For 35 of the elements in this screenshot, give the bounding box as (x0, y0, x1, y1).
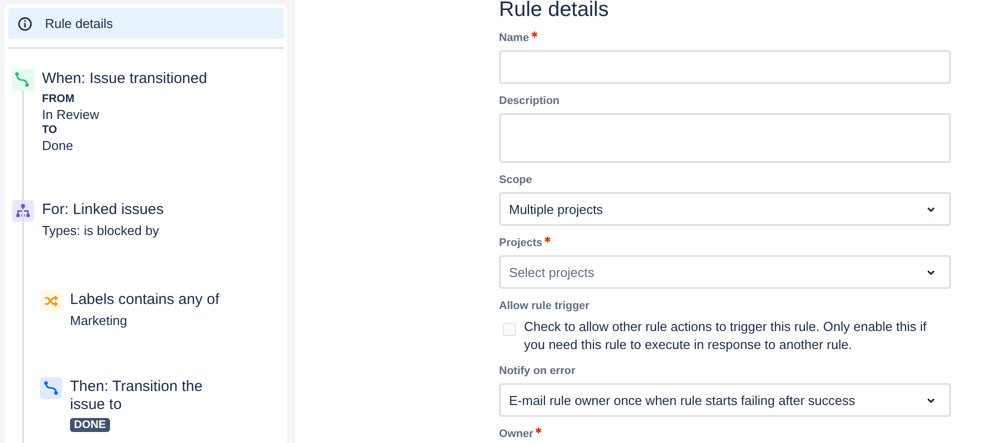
step-title[interactable]: For: Linked issues (42, 201, 164, 219)
field-label: Scope (499, 173, 534, 187)
info-icon (18, 16, 32, 30)
field-label: Owner (499, 427, 951, 441)
field-label: Notify on error (499, 364, 576, 378)
field-label: Projects (499, 236, 951, 250)
field-label: Name (499, 31, 951, 45)
field-value: Done (42, 138, 74, 154)
text-field[interactable] (499, 50, 951, 84)
field-label: Allow rule trigger (499, 299, 590, 313)
field-value: Marketing (70, 313, 128, 329)
step-title[interactable]: Then: Transition the issue to (70, 378, 240, 414)
checkbox[interactable] (503, 323, 516, 336)
field-value: In Review (42, 107, 100, 123)
required-icon (530, 31, 538, 38)
rule-details-item[interactable]: Rule details (8, 8, 284, 39)
required-icon (535, 427, 542, 434)
select-field[interactable]: E-mail rule owner once when rule starts failing after success (499, 383, 951, 417)
field-label: Description (499, 94, 561, 108)
select-field[interactable]: Select projects (499, 255, 951, 289)
field-label: TO (42, 123, 58, 138)
checkbox-label: Check to allow other rule actions to trigger this rule. Only enable this if you need this rule to execute in response to another rule. (524, 318, 928, 354)
path-icon (12, 69, 34, 91)
field-value: Types: is blocked by (42, 223, 160, 239)
hierarchy-icon (12, 200, 34, 222)
step-title[interactable]: Labels contains any of (70, 291, 240, 309)
page-title: Rule details (499, 0, 610, 23)
textarea-field[interactable] (499, 113, 951, 163)
step-title[interactable]: When: Issue transitioned (42, 70, 208, 88)
path-icon (40, 377, 62, 399)
required-icon (544, 236, 552, 243)
field-label: FROM (42, 92, 76, 107)
select-field[interactable]: Multiple projects (499, 192, 951, 226)
shuffle-icon (40, 290, 62, 312)
status-lozenge: DONE (70, 418, 110, 432)
